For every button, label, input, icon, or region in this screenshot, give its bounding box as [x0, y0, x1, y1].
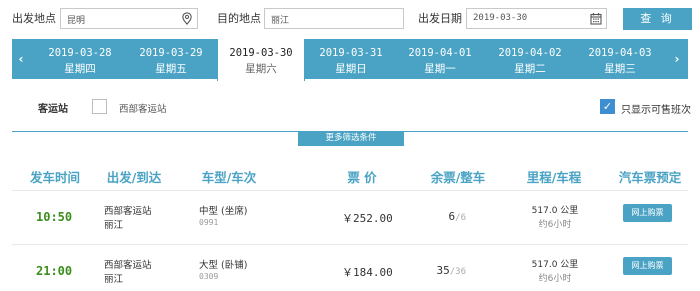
- col-header-price: 票 价: [347, 170, 377, 185]
- bus-type: 中型 (坐席): [199, 206, 248, 217]
- seats-left: 35: [436, 264, 450, 277]
- next-date-icon[interactable]: ›: [670, 39, 684, 79]
- to-value: 丽江: [271, 16, 290, 26]
- distance: 517.0 公里: [531, 260, 579, 270]
- row-divider: [12, 190, 688, 191]
- date-label: 出发日期: [418, 12, 462, 25]
- date-tab-date: 2019-04-01: [408, 47, 472, 59]
- bus-code: 0309: [199, 272, 219, 281]
- date-tab-weekday: 星期五: [155, 63, 187, 75]
- seats-remaining: 6/6: [426, 210, 466, 223]
- date-tab-weekday: 星期一: [424, 63, 456, 75]
- from-station: 西部客运站: [104, 206, 152, 217]
- date-tab[interactable]: 2019-03-29 星期五: [127, 39, 215, 79]
- to-station: 丽江: [104, 220, 124, 231]
- date-tab-date: 2019-04-03: [588, 47, 652, 59]
- date-tab-date: 2019-03-28: [48, 47, 112, 59]
- date-tab-weekday: 星期四: [64, 63, 96, 75]
- distance: 517.0 公里: [531, 206, 579, 216]
- search-bar: 出发地点 昆明 目的地点 丽江 出发日期 2019-03-30 查 询: [0, 0, 700, 36]
- date-strip: ‹ 2019-03-28 星期四 2019-03-29 星期五 2019-03-…: [12, 39, 688, 81]
- date-tab-date: 2019-03-30: [229, 47, 293, 59]
- from-label: 出发地点: [12, 12, 56, 25]
- seats-total: /6: [455, 213, 466, 223]
- seats-total: /36: [449, 267, 466, 277]
- location-pin-icon: [182, 12, 192, 25]
- ticket-price: ￥184.00: [342, 266, 393, 279]
- query-button[interactable]: 查 询: [623, 8, 692, 30]
- date-field[interactable]: 2019-03-30: [466, 8, 607, 29]
- date-tab-active[interactable]: 2019-03-30 星期六: [217, 39, 305, 81]
- to-label: 目的地点: [217, 12, 261, 25]
- station-option-label: 西部客运站: [119, 104, 167, 115]
- date-tab-weekday: 星期二: [514, 63, 546, 75]
- from-field[interactable]: 昆明: [60, 8, 198, 29]
- more-filters-button[interactable]: 更多筛选条件: [298, 131, 404, 146]
- date-tab-date: 2019-04-02: [498, 47, 562, 59]
- seats-remaining: 35/36: [426, 264, 466, 277]
- station-filter-label: 客运站: [38, 104, 68, 115]
- date-tab[interactable]: 2019-04-02 星期二: [486, 39, 574, 79]
- bus-code: 0991: [199, 218, 219, 227]
- only-sale-label: 只显示可售班次: [621, 105, 691, 116]
- ticket-price: ￥252.00: [342, 212, 393, 225]
- date-tab-weekday: 星期三: [604, 63, 636, 75]
- duration: 约6小时: [538, 220, 572, 230]
- date-tab[interactable]: 2019-04-01 星期一: [396, 39, 484, 79]
- checkmark-icon: ✓: [602, 100, 613, 113]
- to-station: 丽江: [104, 274, 124, 285]
- from-station: 西部客运站: [104, 260, 152, 271]
- prev-date-icon[interactable]: ‹: [14, 39, 28, 79]
- depart-time: 10:50: [36, 210, 73, 224]
- date-tab[interactable]: 2019-03-31 星期日: [307, 39, 395, 79]
- depart-time: 21:00: [36, 264, 73, 278]
- calendar-icon: [590, 13, 602, 25]
- row-divider: [12, 244, 688, 245]
- date-tab[interactable]: 2019-04-03 星期三: [576, 39, 664, 79]
- col-header-type: 车型/车次: [201, 170, 257, 185]
- col-header-time: 发车时间: [29, 170, 80, 185]
- date-tab-date: 2019-03-31: [319, 47, 383, 59]
- buy-ticket-button[interactable]: 网上购票: [623, 204, 672, 222]
- to-field[interactable]: 丽江: [264, 8, 404, 29]
- date-tab-date: 2019-03-29: [139, 47, 203, 59]
- date-value: 2019-03-30: [473, 13, 528, 23]
- duration: 约6小时: [538, 274, 572, 284]
- station-checkbox[interactable]: [92, 99, 107, 114]
- from-value: 昆明: [67, 16, 86, 26]
- bus-type: 大型 (卧铺): [199, 260, 248, 271]
- col-header-route: 出发/到达: [106, 170, 162, 185]
- col-header-booking: 汽车票预定: [618, 170, 682, 185]
- buy-ticket-button[interactable]: 网上购票: [623, 257, 672, 275]
- date-tab[interactable]: 2019-03-28 星期四: [36, 39, 124, 79]
- col-header-distance: 里程/车程: [526, 170, 582, 185]
- date-tab-weekday: 星期六: [245, 63, 277, 75]
- only-sale-checkbox[interactable]: ✓: [600, 99, 615, 114]
- col-header-seats: 余票/整车: [430, 170, 486, 185]
- date-tab-weekday: 星期日: [335, 63, 367, 75]
